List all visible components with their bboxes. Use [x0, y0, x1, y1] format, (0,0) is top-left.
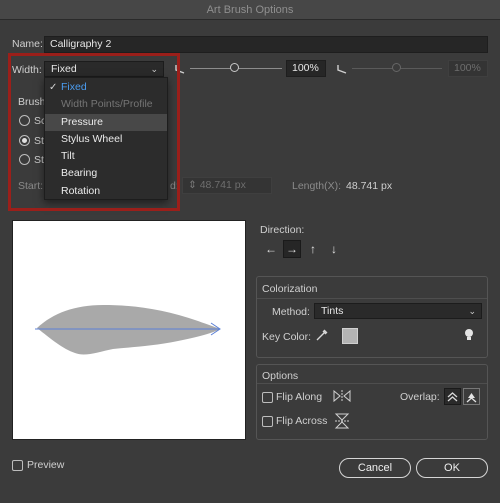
brush-stroke-preview	[35, 305, 221, 355]
key-color-swatch[interactable]	[342, 328, 358, 344]
stepper-icon: ⇕	[188, 179, 200, 191]
direction-right-button[interactable]: →	[283, 240, 301, 258]
key-color-label: Key Color:	[262, 331, 312, 343]
chevron-down-icon: ⌄	[468, 306, 476, 316]
direction-up-button[interactable]: ↑	[304, 240, 322, 258]
direction-down-button[interactable]: ↓	[325, 240, 343, 258]
flip-across-icon	[334, 413, 350, 429]
method-select[interactable]: Tints ⌄	[314, 303, 482, 319]
flip-across-label: Flip Across	[276, 415, 328, 427]
cancel-button[interactable]: Cancel	[339, 458, 411, 478]
brush-preview-canvas	[12, 220, 246, 440]
overlap-none-button[interactable]	[463, 388, 480, 405]
length-label: Length(X):	[292, 180, 342, 192]
max-width-icon	[337, 65, 347, 74]
overlap-adjust-button[interactable]	[444, 388, 461, 405]
options-label: Options	[262, 370, 299, 382]
method-label: Method:	[272, 306, 310, 318]
end-input[interactable]: ⇕ 48.741 px	[182, 177, 272, 194]
overlap-label: Overlap:	[400, 391, 440, 403]
direction-label: Direction:	[260, 224, 305, 236]
flip-along-icon	[333, 389, 351, 403]
options-divider	[257, 383, 487, 384]
window-title: Art Brush Options	[0, 0, 500, 20]
colorization-label: Colorization	[262, 283, 318, 295]
direction-left-button[interactable]: ←	[262, 240, 280, 258]
ok-button[interactable]: OK	[416, 458, 488, 478]
name-input[interactable]: Calligraphy 2	[44, 36, 488, 53]
colorization-divider	[257, 298, 487, 299]
name-label: Name:	[12, 38, 43, 50]
flip-along-checkbox[interactable]	[262, 392, 273, 403]
method-select-value: Tints	[321, 305, 344, 317]
width-percent-input[interactable]: 100%	[286, 60, 326, 77]
variation-slider-knob[interactable]	[392, 63, 401, 72]
overlap-adjust-icon	[447, 392, 458, 402]
length-value: 48.741 px	[346, 180, 393, 192]
preview-label: Preview	[27, 459, 65, 471]
flip-across-checkbox[interactable]	[262, 416, 273, 427]
variation-percent-input[interactable]: 100%	[448, 60, 488, 77]
lightbulb-icon[interactable]	[463, 327, 475, 343]
preview-checkbox[interactable]	[12, 460, 23, 471]
direction-buttons: ← → ↑ ↓	[262, 240, 343, 258]
eyedropper-icon[interactable]	[314, 327, 330, 343]
width-slider-knob[interactable]	[230, 63, 239, 72]
flip-along-label: Flip Along	[276, 391, 323, 403]
overlap-none-icon	[466, 393, 477, 403]
annotation-highlight	[8, 53, 180, 211]
